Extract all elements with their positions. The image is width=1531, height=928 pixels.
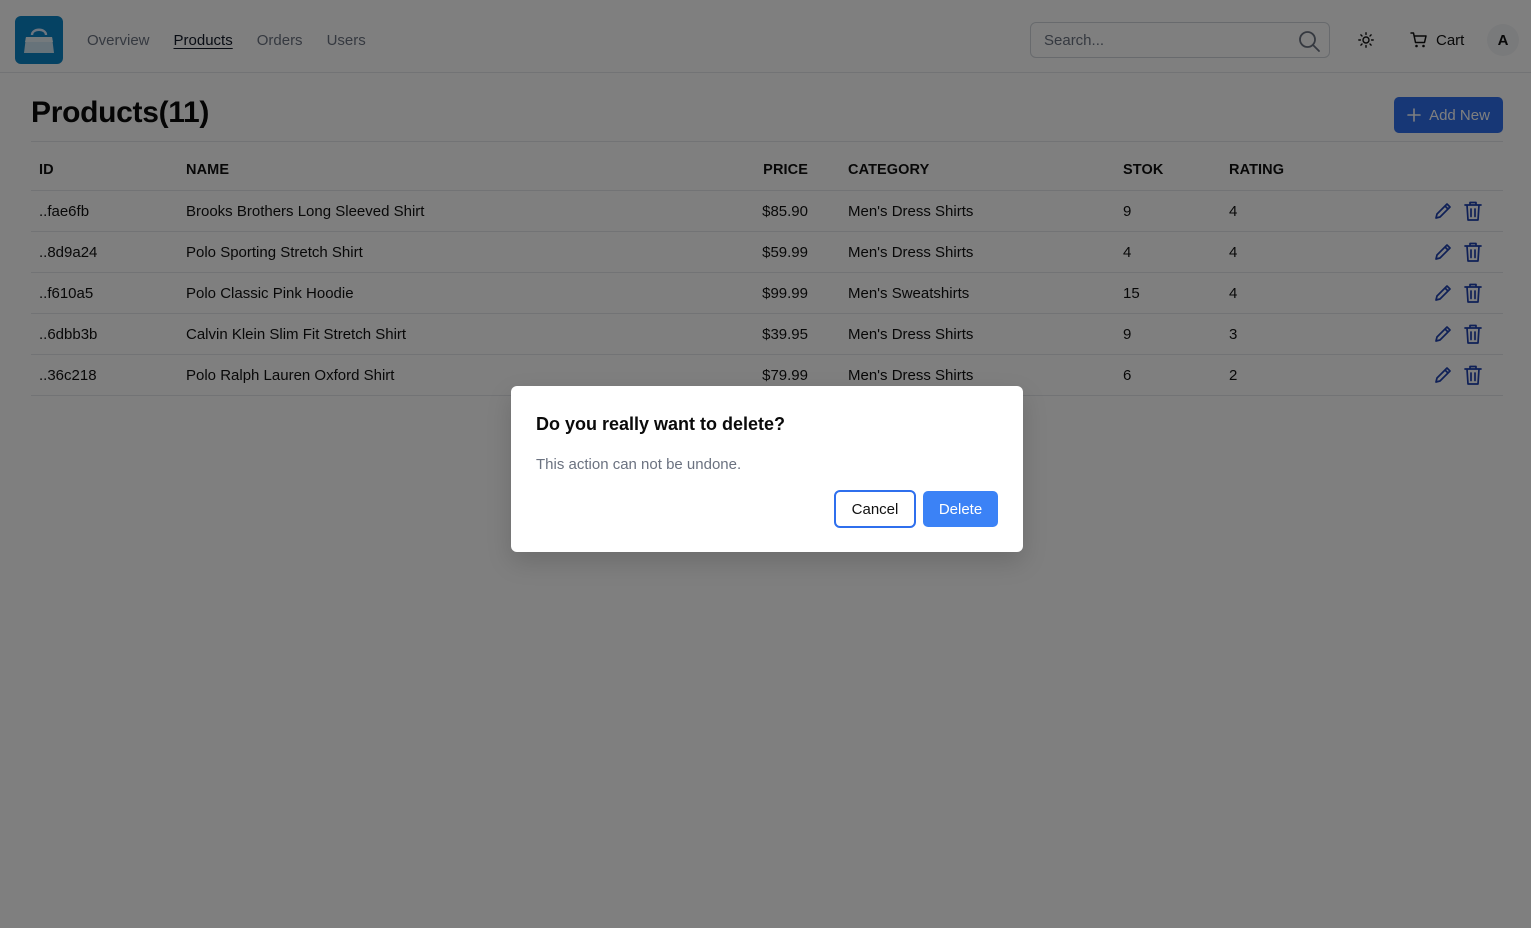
cancel-button[interactable]: Cancel [834,490,916,528]
delete-button[interactable]: Delete [923,491,998,527]
delete-confirm-dialog: Do you really want to delete? This actio… [511,386,1023,552]
dialog-title: Do you really want to delete? [536,414,786,434]
dialog-description: This action can not be undone. [536,456,742,473]
